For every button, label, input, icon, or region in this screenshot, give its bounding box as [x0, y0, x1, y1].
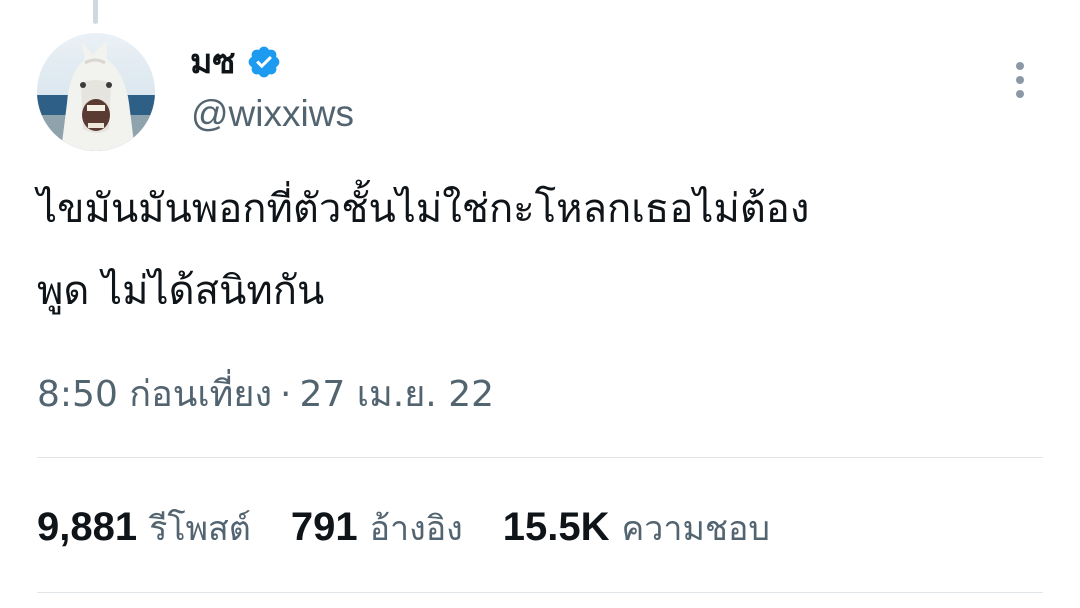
avatar[interactable] [37, 33, 155, 151]
verified-badge-icon [248, 46, 279, 78]
tweet-timestamp[interactable]: 8:50 ก่อนเที่ยง · 27 เม.ย. 22 [37, 370, 494, 420]
author-handle[interactable]: @wixxiws [191, 90, 354, 138]
quotes-count: 791 [290, 505, 358, 549]
retweets-stat[interactable]: 9,881 รีโพสต์ [37, 501, 251, 555]
quotes-label: อ้างอิง [369, 509, 463, 549]
tweet-time: 8:50 ก่อนเที่ยง [37, 374, 273, 415]
retweets-count: 9,881 [37, 505, 138, 549]
meta-separator: · [280, 374, 292, 415]
tweet-date: 27 เม.ย. 22 [299, 374, 495, 415]
divider [37, 592, 1043, 593]
thread-connector-line [93, 0, 98, 24]
author-display-name[interactable]: มซ [190, 40, 236, 84]
more-vertical-icon [1016, 62, 1024, 98]
author-name-row: มซ [190, 40, 282, 84]
divider [37, 457, 1043, 458]
likes-label: ความชอบ [621, 509, 770, 549]
engagement-stats: 9,881 รีโพสต์ 791 อ้างอิง 15.5K ความชอบ [37, 498, 810, 558]
more-options-button[interactable] [1000, 58, 1040, 102]
likes-count: 15.5K [502, 505, 610, 549]
tweet-text: ไขมันมันพอกที่ตัวชั้นไม่ใช่กะโหลกเธอไม่ต… [37, 186, 810, 314]
likes-stat[interactable]: 15.5K ความชอบ [503, 501, 770, 555]
quotes-stat[interactable]: 791 อ้างอิง [291, 501, 463, 555]
retweets-label: รีโพสต์ [149, 509, 251, 549]
horse-avatar-image [37, 33, 155, 151]
